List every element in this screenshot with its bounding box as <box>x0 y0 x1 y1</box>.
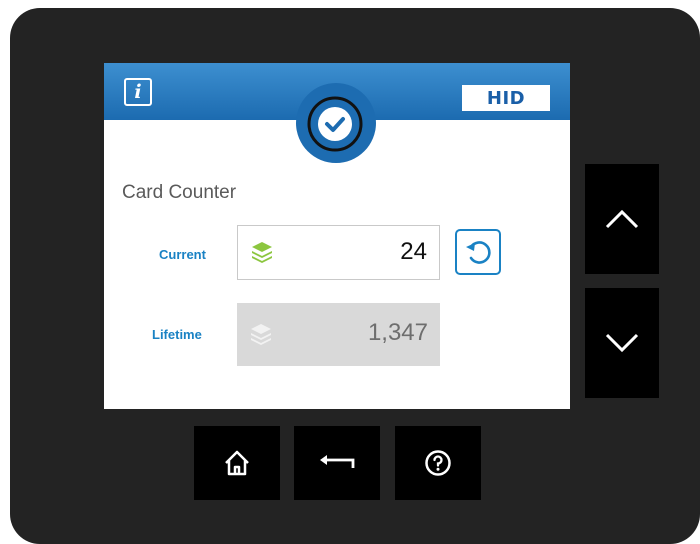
info-icon: i <box>134 80 142 103</box>
display-screen: i HID Card Counter Current 24 Lifetime 1… <box>104 63 570 409</box>
help-button[interactable] <box>395 426 481 500</box>
home-icon <box>225 450 249 476</box>
back-icon <box>320 455 355 468</box>
layers-icon <box>251 324 271 345</box>
help-icon <box>425 450 451 476</box>
hid-logo: HID <box>462 85 550 111</box>
up-arrow-icon <box>605 209 639 229</box>
lifetime-count-field: 1,347 <box>237 303 440 366</box>
reset-icon <box>466 241 491 264</box>
down-button[interactable] <box>585 288 659 398</box>
lifetime-count-value: 1,347 <box>367 319 428 346</box>
up-button[interactable] <box>585 164 659 274</box>
current-count-value: 24 <box>400 238 427 265</box>
current-count-field: 24 <box>237 225 440 280</box>
lifetime-label: Lifetime <box>152 327 202 342</box>
down-arrow-icon <box>605 333 639 353</box>
check-circle-icon <box>307 96 363 152</box>
home-button[interactable] <box>194 426 280 500</box>
layers-icon <box>252 242 272 263</box>
card-counter-title: Card Counter <box>122 182 237 203</box>
current-label: Current <box>159 247 206 262</box>
info-button[interactable]: i <box>124 78 152 106</box>
back-button[interactable] <box>294 426 380 500</box>
reset-counter-button[interactable] <box>455 229 501 275</box>
